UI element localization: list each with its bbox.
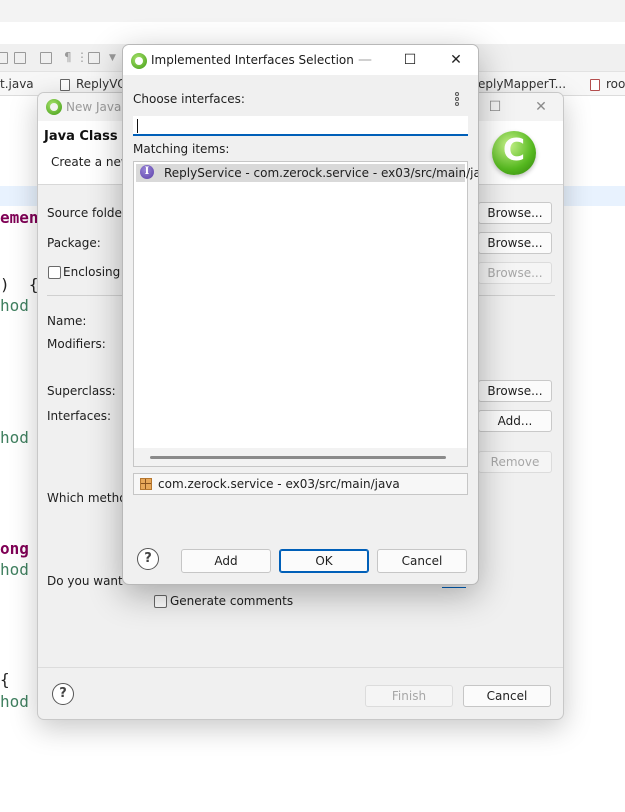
maximize-button[interactable]: ☐ xyxy=(387,45,433,75)
close-button[interactable]: ✕ xyxy=(518,93,563,121)
cancel-button[interactable]: Cancel xyxy=(377,549,467,573)
editor-tab[interactable]: roo xyxy=(606,77,625,91)
matching-items-label: Matching items: xyxy=(133,142,230,156)
java-file-icon xyxy=(60,79,70,91)
enclosing-type-checkbox[interactable] xyxy=(48,266,61,279)
more-options-icon[interactable] xyxy=(454,92,460,108)
list-item-label: ReplyService - com.zerock.service - ex03… xyxy=(164,166,479,180)
help-icon[interactable]: ? xyxy=(137,548,159,570)
wizard-description: Create a new xyxy=(51,155,131,169)
scrollbar-thumb[interactable] xyxy=(150,456,446,459)
spring-tools-icon xyxy=(46,99,62,115)
spring-tools-icon xyxy=(131,53,147,69)
interface-icon: I xyxy=(140,165,154,179)
qualifier-field: com.zerock.service - ex03/src/main/java xyxy=(133,473,468,495)
list-item[interactable]: I ReplyService - com.zerock.service - ex… xyxy=(136,164,478,182)
java-class-wizard-icon xyxy=(492,131,536,175)
ide-title-bar xyxy=(0,0,625,22)
editor-tab[interactable]: ReplyVO xyxy=(76,77,127,91)
dialog-title-bar: Implemented Interfaces Selection — ☐ ✕ xyxy=(123,45,478,75)
code-fragment: ong xyxy=(0,539,29,558)
package-label: Package: xyxy=(47,236,101,250)
editor-tab[interactable]: eplyMapperT... xyxy=(478,77,566,91)
generate-comments-checkbox[interactable] xyxy=(154,595,167,608)
toolbar-icon[interactable] xyxy=(0,52,8,64)
configure-link[interactable] xyxy=(442,587,466,588)
browse-superclass-button[interactable]: Browse... xyxy=(478,380,552,402)
generate-comments-label: Generate comments xyxy=(170,594,294,608)
code-fragment: hod xyxy=(0,428,29,447)
source-folder-label: Source folder: xyxy=(47,206,131,220)
chevron-down-icon[interactable]: ▼ xyxy=(109,53,116,63)
finish-button[interactable]: Finish xyxy=(365,685,453,707)
browse-source-folder-button[interactable]: Browse... xyxy=(478,202,552,224)
comments-question-label: Do you want t xyxy=(47,574,132,588)
qualifier-text: com.zerock.service - ex03/src/main/java xyxy=(158,477,400,491)
add-interface-button[interactable]: Add... xyxy=(478,410,552,432)
choose-interfaces-label: Choose interfaces: xyxy=(133,92,245,106)
add-button[interactable]: Add xyxy=(181,549,271,573)
browse-package-button[interactable]: Browse... xyxy=(478,232,552,254)
code-fragment: hod xyxy=(0,692,29,711)
close-button[interactable]: ✕ xyxy=(433,45,478,75)
editor-tab[interactable]: t.java xyxy=(0,77,34,91)
text-caret xyxy=(137,119,138,133)
method-stubs-label: Which metho xyxy=(47,491,127,505)
cancel-button[interactable]: Cancel xyxy=(463,685,551,707)
pilcrow-icon[interactable]: ¶ xyxy=(64,50,72,64)
footer-separator xyxy=(38,667,563,668)
enclosing-type-label: Enclosing t xyxy=(63,265,129,279)
superclass-label: Superclass: xyxy=(47,384,116,398)
interface-filter-input[interactable] xyxy=(133,116,468,136)
interfaces-label: Interfaces: xyxy=(47,409,112,423)
dialog-title: Implemented Interfaces Selection xyxy=(151,53,354,67)
wizard-heading: Java Class xyxy=(44,129,118,144)
remove-interface-button[interactable]: Remove xyxy=(478,451,552,473)
code-fragment: { xyxy=(0,670,10,689)
help-icon[interactable]: ? xyxy=(52,683,74,705)
xml-file-icon xyxy=(590,79,600,91)
package-icon xyxy=(140,478,152,490)
matching-items-list[interactable]: I ReplyService - com.zerock.service - ex… xyxy=(133,161,478,467)
minimize-button[interactable]: — xyxy=(342,45,388,75)
ok-button[interactable]: OK xyxy=(279,549,369,573)
horizontal-scrollbar[interactable] xyxy=(134,448,467,466)
toolbar-icon[interactable] xyxy=(14,52,26,64)
code-fragment: hod xyxy=(0,560,29,579)
toolbar-separator-icon: ⋮ xyxy=(76,50,88,64)
name-label: Name: xyxy=(47,314,87,328)
code-fragment: emen xyxy=(0,208,39,227)
browse-enclosing-button[interactable]: Browse... xyxy=(478,262,552,284)
toolbar-icon[interactable] xyxy=(88,52,100,64)
code-fragment: hod xyxy=(0,296,29,315)
code-fragment: ) { xyxy=(0,275,39,294)
toolbar-icon[interactable] xyxy=(40,52,52,64)
implemented-interfaces-dialog: Implemented Interfaces Selection — ☐ ✕ C… xyxy=(122,44,479,585)
modifiers-label: Modifiers: xyxy=(47,337,106,351)
